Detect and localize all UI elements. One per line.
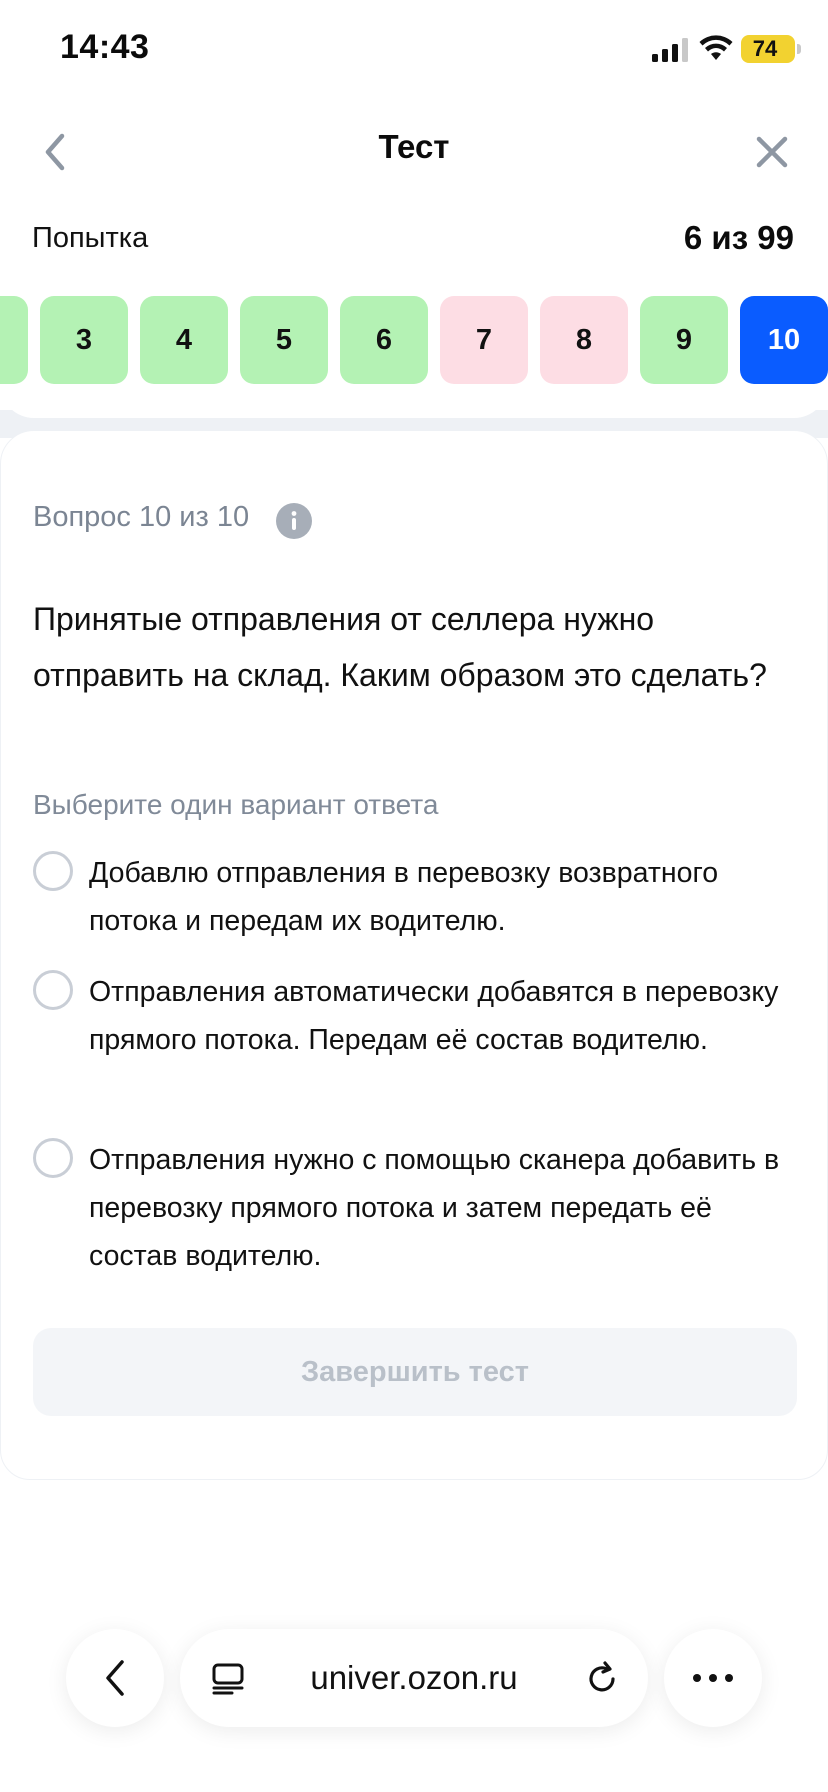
page-title: Тест xyxy=(378,128,450,165)
question-text: Принятые отправления от селлера нужно от… xyxy=(33,601,767,693)
question-tile[interactable]: 3 xyxy=(40,296,128,384)
finish-test-button[interactable]: Завершить тест xyxy=(33,1328,797,1416)
question-tile[interactable]: 8 xyxy=(540,296,628,384)
radio-button[interactable] xyxy=(33,970,73,1010)
answer-option-label: Отправления нужно с помощью сканера доба… xyxy=(89,1144,780,1272)
chevron-left-icon xyxy=(106,1660,124,1696)
radio-button[interactable] xyxy=(33,1138,73,1178)
url-text: univer.ozon.ru xyxy=(310,1659,518,1696)
question-counter: Вопрос 10 из 10 xyxy=(33,501,250,533)
close-icon xyxy=(756,136,788,168)
info-icon[interactable] xyxy=(276,503,312,539)
answer-option-1[interactable]: Добавлю отправления в перевозку возвратн… xyxy=(33,849,803,949)
address-bar[interactable]: univer.ozon.ru xyxy=(180,1629,648,1727)
battery-tip xyxy=(797,44,801,54)
question-tile[interactable] xyxy=(0,296,28,384)
answer-option-2[interactable]: Отправления автоматически добавятся в пе… xyxy=(33,968,803,1114)
status-time: 14:43 xyxy=(60,28,150,66)
cellular-signal-icon xyxy=(652,38,688,62)
wifi-icon xyxy=(699,35,733,60)
answer-option-label: Отправления автоматически добавятся в пе… xyxy=(89,976,779,1056)
question-tile[interactable]: 6 xyxy=(340,296,428,384)
header: Тест xyxy=(0,110,828,190)
question-tile[interactable]: 4 xyxy=(140,296,228,384)
radio-button[interactable] xyxy=(33,851,73,891)
question-tile[interactable]: 5 xyxy=(240,296,328,384)
question-card: Вопрос 10 из 10 Принятые отправления от … xyxy=(0,430,828,1480)
attempt-label: Попытка xyxy=(32,222,149,254)
question-tiles: 3 4 5 6 7 8 9 10 xyxy=(0,296,828,386)
reload-icon[interactable] xyxy=(584,1660,620,1696)
battery-indicator: 74 xyxy=(741,35,801,63)
browser-toolbar: univer.ozon.ru xyxy=(0,1615,828,1727)
more-icon xyxy=(693,1674,733,1682)
info-glyph xyxy=(291,511,297,530)
question-tile-current[interactable]: 10 xyxy=(740,296,828,384)
browser-back-button[interactable] xyxy=(66,1629,164,1727)
answer-hint: Выберите один вариант ответа xyxy=(33,789,439,820)
close-button[interactable] xyxy=(748,128,796,176)
status-bar: 14:43 74 xyxy=(0,0,828,100)
answer-option-3[interactable]: Отправления нужно с помощью сканера доба… xyxy=(33,1136,803,1282)
question-tile[interactable]: 9 xyxy=(640,296,728,384)
question-tile[interactable]: 7 xyxy=(440,296,528,384)
answer-option-label: Добавлю отправления в перевозку возвратн… xyxy=(89,857,719,937)
attempt-value: 6 из 99 xyxy=(683,219,794,256)
battery-level: 74 xyxy=(752,36,778,61)
more-button[interactable] xyxy=(664,1629,762,1727)
question-navigator: 3 4 5 6 7 8 9 10 xyxy=(0,288,828,418)
page: 14:43 74 Тест Попытка 6 из 99 3 4 5 6 7 … xyxy=(0,0,828,1792)
